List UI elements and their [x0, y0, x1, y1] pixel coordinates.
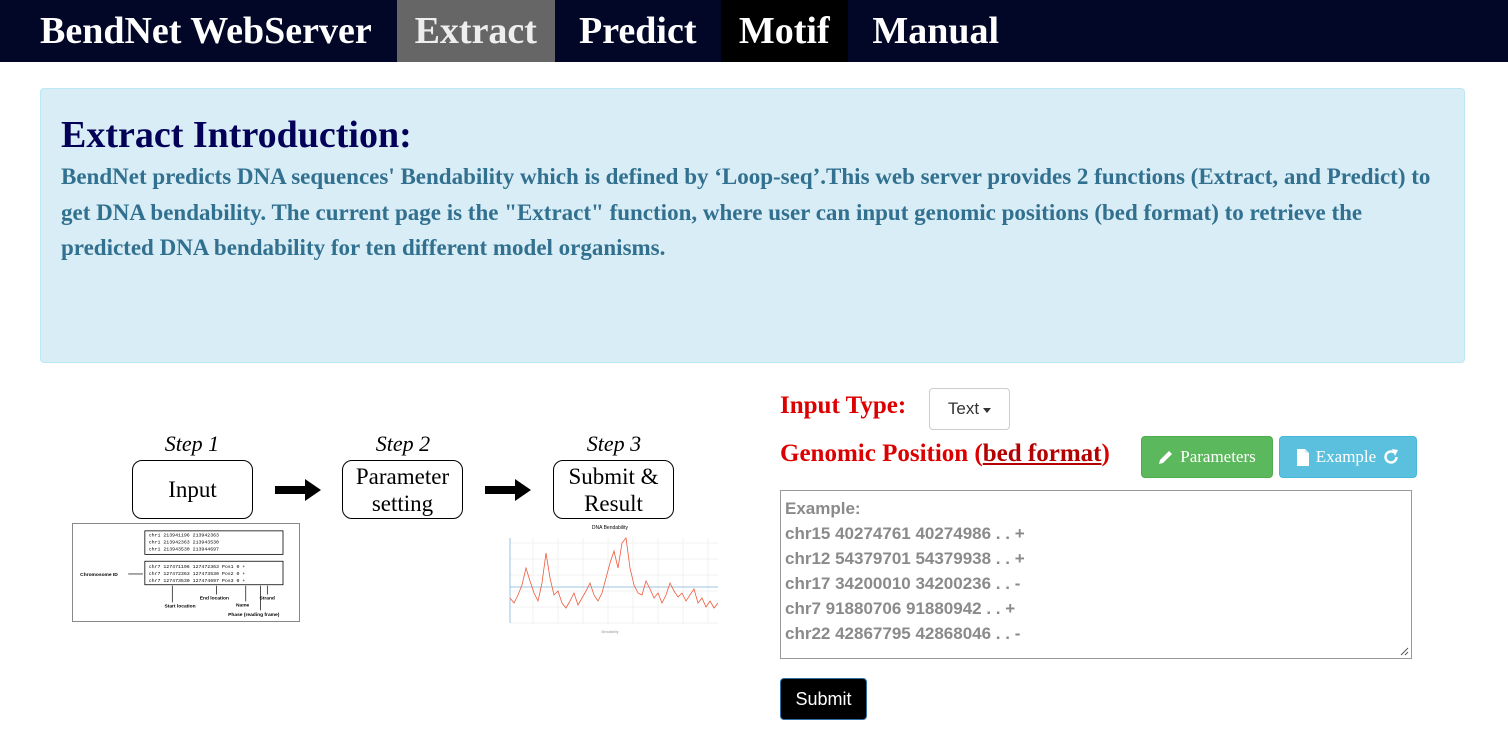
- step-1-box: Input: [132, 460, 253, 519]
- textarea-line: Example:: [785, 499, 861, 518]
- input-type-dropdown[interactable]: Text: [929, 388, 1010, 430]
- nav-motif[interactable]: Motif: [720, 0, 848, 62]
- bed-bottom-row: chr7 127472363 127473530 Pos2 0 +: [149, 571, 246, 577]
- step-2-text: Parameter setting: [356, 463, 449, 517]
- pencil-icon: [1159, 451, 1173, 464]
- textarea-line: chr7 91880706 91880942 . . +: [785, 599, 1016, 618]
- bed-format-figure: chr1 213941196 213942363 chr1 213942363 …: [72, 523, 300, 622]
- bed-bottom-row: chr7 127473530 127474697 Pos3 0 +: [149, 578, 246, 584]
- bed-top-row: chr1 213941196 213942363: [149, 533, 219, 539]
- bendability-chart-figure: DNA Bendability Bendability: [509, 525, 719, 634]
- arrow-right-icon: [275, 479, 321, 501]
- step-2-line1: Parameter: [355, 463, 450, 489]
- nav-extract[interactable]: Extract: [396, 0, 555, 62]
- example-button[interactable]: Example: [1279, 436, 1417, 478]
- intro-panel: Extract Introduction: BendNet predicts D…: [40, 88, 1465, 363]
- genomic-position-label: Genomic Position (bed format): [780, 440, 1110, 468]
- bed-bottom-row: chr7 127471196 127472363 Pos1 0 +: [149, 564, 246, 570]
- workflow-diagram: Step 1 Step 2 Step 3 Input Parameter set…: [60, 425, 750, 645]
- intro-title: Extract Introduction:: [61, 114, 412, 156]
- bed-top-row: chr1 213942363 213943530: [149, 540, 219, 546]
- textarea-line: chr15 40274761 40274986 . . +: [785, 524, 1025, 543]
- genomic-position-textarea[interactable]: Example: chr15 40274761 40274986 . . + c…: [780, 490, 1412, 659]
- step-2-label: Step 2: [375, 431, 431, 456]
- bed-annotation-phase: Phase (reading frame): [228, 612, 280, 618]
- bed-annotation-start: Start location: [164, 603, 195, 609]
- genomic-label-close: ): [1101, 440, 1110, 467]
- step-2-box: Parameter setting: [342, 460, 463, 519]
- bed-format-link[interactable]: bed format: [983, 440, 1102, 467]
- step-3-text: Submit & Result: [568, 463, 658, 517]
- bed-annotation-end: End location: [200, 595, 229, 601]
- textarea-line: chr22 42867795 42868046 . . -: [785, 624, 1021, 643]
- input-type-value: Text: [947, 399, 980, 418]
- bed-annotation-strand: Strand: [259, 595, 274, 601]
- bed-top-row: chr1 213943530 213944697: [149, 546, 219, 552]
- input-type-label: Input Type:: [780, 392, 907, 419]
- example-button-label: Example: [1315, 447, 1377, 466]
- textarea-line: chr12 54379701 54379938 . . +: [785, 549, 1025, 568]
- genomic-label-text: Genomic Position (: [780, 440, 983, 467]
- bed-annotation-chromosome: Chromosome ID: [80, 572, 118, 578]
- nav-predict[interactable]: Predict: [555, 0, 721, 62]
- step-3-label: Step 3: [586, 431, 642, 456]
- result-chart-title: DNA Bendability: [592, 525, 629, 531]
- resize-handle-icon[interactable]: [1399, 646, 1409, 656]
- step-3-line1: Submit &: [568, 463, 659, 489]
- nav-manual[interactable]: Manual: [848, 0, 1024, 62]
- step-1-label: Step 1: [164, 431, 220, 456]
- step-3-box: Submit & Result: [553, 460, 674, 519]
- result-chart-legend: Bendability: [601, 630, 618, 634]
- parameters-button[interactable]: Parameters: [1141, 436, 1273, 478]
- step-3-line2: Result: [584, 490, 643, 516]
- intro-body: BendNet predicts DNA sequences' Bendabil…: [61, 164, 1431, 260]
- arrow-right-icon: [485, 479, 531, 501]
- brand-link[interactable]: BendNet WebServer: [0, 0, 397, 62]
- caret-down-icon: [983, 407, 992, 413]
- submit-button[interactable]: Submit: [780, 678, 867, 720]
- file-icon: [1296, 448, 1309, 466]
- textarea-line: chr17 34200010 34200236 . . -: [785, 574, 1021, 593]
- top-navbar: BendNet WebServer Extract Predict Motif …: [0, 0, 1508, 62]
- refresh-icon: [1384, 449, 1399, 464]
- step-1-text: Input: [168, 477, 217, 502]
- bed-annotation-name: Name: [236, 602, 250, 608]
- step-2-line2: setting: [371, 490, 434, 516]
- parameters-button-label: Parameters: [1180, 447, 1256, 466]
